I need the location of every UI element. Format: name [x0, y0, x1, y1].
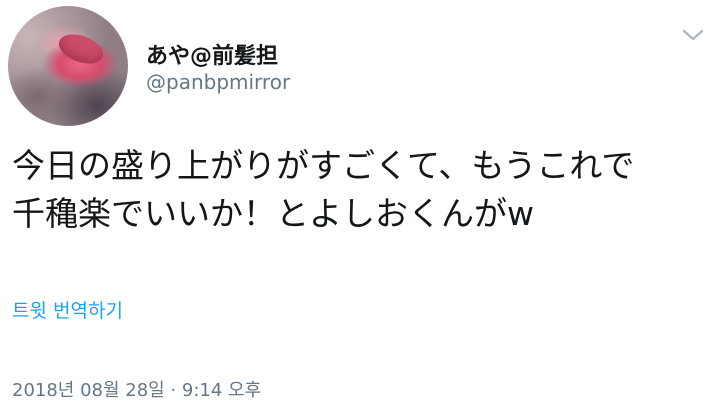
avatar[interactable] [8, 6, 128, 126]
tweet-card: あや@前髪担 @panbpmirror 今日の盛り上がりがすごくて、もうこれで … [0, 0, 720, 410]
display-name[interactable]: あや@前髪担 [146, 38, 278, 70]
tweet-text: 今日の盛り上がりがすごくて、もうこれで 千穐楽でいいか！とよしおくんがw [12, 146, 635, 233]
avatar-image-detail [54, 28, 108, 70]
translate-tweet-link[interactable]: 트윗 번역하기 [12, 296, 123, 323]
tweet-menu-button[interactable] [680, 24, 706, 46]
chevron-down-icon [682, 29, 704, 41]
user-handle[interactable]: @panbpmirror [146, 70, 290, 94]
tweet-timestamp[interactable]: 2018년 08월 28일 · 9:14 오후 [12, 376, 261, 402]
